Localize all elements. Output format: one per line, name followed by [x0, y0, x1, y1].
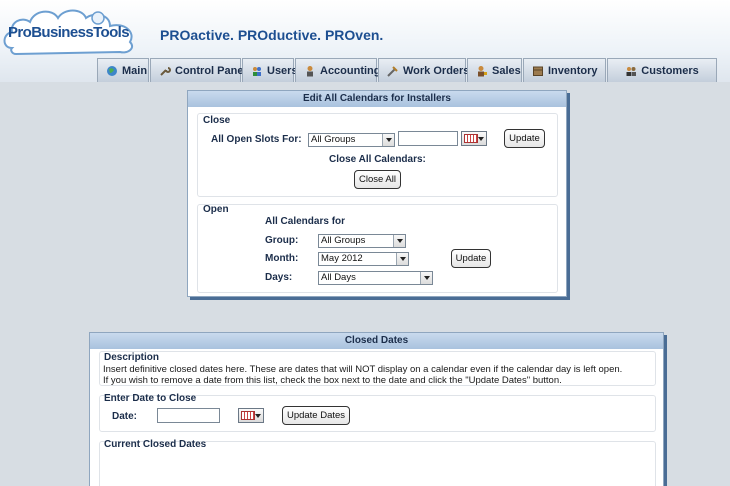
close-all-button[interactable]: Close All — [354, 170, 401, 189]
tab-work-orders[interactable]: Work Orders — [378, 58, 470, 82]
logo-text: ProBusinessTools — [8, 24, 130, 41]
panel-title: Closed Dates — [90, 333, 663, 349]
tab-sales[interactable]: Sales — [467, 58, 522, 82]
chevron-down-icon — [420, 272, 432, 284]
tab-label: Work Orders — [403, 64, 470, 77]
tab-label: Users — [267, 64, 298, 77]
tab-customers[interactable]: Customers — [607, 58, 717, 82]
enter-date-heading: Enter Date to Close — [104, 393, 197, 404]
description-text-line1: Insert definitive closed dates here. The… — [103, 364, 623, 375]
customers-icon — [625, 65, 637, 77]
description-heading: Description — [104, 352, 160, 363]
open-group-select[interactable]: All Groups — [318, 234, 406, 248]
close-section: Close All Open Slots For: All Groups Upd… — [197, 113, 558, 197]
month-select[interactable]: May 2012 — [318, 252, 409, 266]
globe-icon — [106, 65, 118, 77]
accountant-icon — [304, 65, 316, 77]
tab-inventory[interactable]: Inventory — [523, 58, 606, 82]
chevron-down-icon — [382, 134, 394, 146]
tab-main[interactable]: Main — [97, 58, 149, 82]
panel-title: Edit All Calendars for Installers — [188, 91, 566, 107]
days-select[interactable]: All Days — [318, 271, 433, 285]
app-header: ProBusinessTools PROactive. PROductive. … — [0, 0, 730, 82]
select-value: May 2012 — [321, 253, 363, 264]
days-label: Days: — [265, 272, 293, 283]
current-closed-dates-section: Current Closed Dates — [99, 439, 656, 486]
tab-accounting[interactable]: Accounting — [295, 58, 381, 82]
closed-date-input[interactable] — [157, 408, 220, 423]
calendar-grid-icon — [241, 411, 255, 420]
month-label: Month: — [265, 253, 299, 264]
tab-label: Main — [122, 64, 148, 77]
description-section: Description Insert definitive closed dat… — [99, 351, 656, 386]
tab-label: Control Panel — [175, 64, 247, 77]
update-dates-button[interactable]: Update Dates — [282, 406, 350, 425]
chevron-down-icon — [393, 235, 405, 247]
box-icon — [532, 65, 544, 77]
chevron-down-icon — [255, 414, 261, 418]
tab-label: Accounting — [320, 64, 381, 77]
closed-dates-panel: Closed Dates Description Insert definiti… — [89, 332, 664, 486]
select-value: All Days — [321, 272, 356, 283]
current-closed-dates-heading: Current Closed Dates — [104, 439, 207, 450]
open-slots-label: All Open Slots For: — [211, 134, 302, 145]
edit-calendars-panel: Edit All Calendars for Installers Close … — [187, 90, 567, 297]
open-section: Open All Calendars for Group: All Groups… — [197, 204, 558, 293]
close-all-label: Close All Calendars: — [329, 154, 426, 165]
all-calendars-label: All Calendars for — [265, 216, 346, 227]
chevron-down-icon — [478, 137, 484, 141]
tab-label: Customers — [641, 64, 699, 77]
tab-label: Inventory — [548, 64, 598, 77]
tools-icon — [387, 65, 399, 77]
calendar-picker-icon[interactable] — [461, 131, 487, 146]
tagline: PROactive. PROductive. PROven. — [160, 27, 384, 43]
open-heading: Open — [203, 204, 229, 215]
tab-control-panel[interactable]: Control Panel — [150, 58, 247, 82]
main-nav: Main Control Panel Users Accounting Work… — [97, 58, 718, 82]
users-icon — [251, 65, 263, 77]
close-heading: Close — [203, 115, 231, 126]
logo[interactable]: ProBusinessTools — [2, 4, 138, 56]
salesperson-icon — [476, 65, 488, 77]
tab-users[interactable]: Users — [242, 58, 298, 82]
open-update-button[interactable]: Update — [451, 249, 491, 268]
tab-label: Sales — [492, 64, 521, 77]
date-label: Date: — [112, 411, 138, 422]
select-value: All Groups — [321, 235, 366, 246]
group-label: Group: — [265, 235, 299, 246]
chevron-down-icon — [396, 253, 408, 265]
close-update-button[interactable]: Update — [504, 129, 545, 148]
description-text-line2: If you wish to remove a date from this l… — [103, 375, 562, 386]
wrench-icon — [159, 65, 171, 77]
calendar-picker-icon[interactable] — [238, 408, 264, 423]
select-value: All Groups — [311, 134, 356, 145]
close-date-input[interactable] — [398, 131, 458, 146]
calendar-grid-icon — [464, 134, 478, 143]
enter-date-section: Enter Date to Close Date: Update Dates — [99, 393, 656, 432]
close-group-select[interactable]: All Groups — [308, 133, 395, 147]
